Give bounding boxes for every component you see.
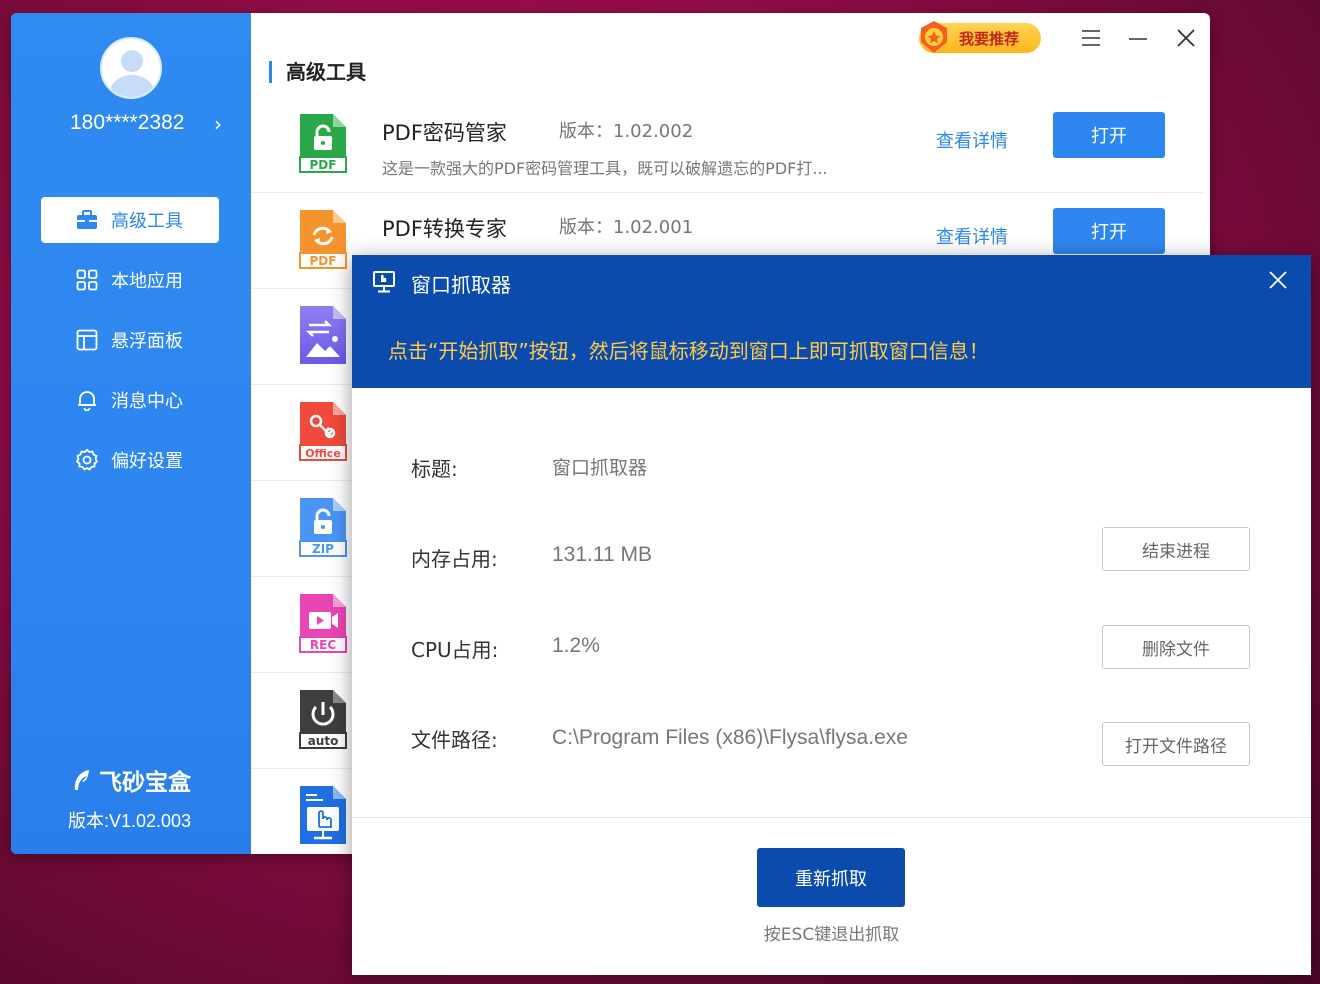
sidebar-item-advanced-tools[interactable]: 高级工具	[41, 197, 219, 243]
sidebar: 180****2382 › 高级工具 本地应用 悬浮面板 消息中心 偏好设置 飞…	[11, 13, 251, 854]
sidebar-item-label: 本地应用	[111, 271, 183, 292]
sidebar-item-label: 高级工具	[111, 211, 183, 232]
brand-logo: 飞砂宝盒	[71, 763, 191, 797]
tool-name: PDF密码管家	[382, 121, 507, 145]
user-phone[interactable]: 180****2382	[70, 111, 184, 135]
app-version: 版本:V1.02.003	[68, 811, 192, 831]
sidebar-item-label: 偏好设置	[111, 451, 183, 472]
avatar-body	[110, 75, 154, 97]
svg-text:REC: REC	[310, 638, 336, 652]
tool-version: 版本：1.02.002	[559, 121, 694, 142]
bell-icon	[75, 388, 99, 412]
brand-feather-icon	[74, 770, 89, 790]
image-convert-icon	[297, 303, 349, 367]
title-value: 窗口抓取器	[552, 457, 648, 479]
chevron-right-icon[interactable]: ›	[214, 112, 222, 136]
recommend-label: 我要推荐	[959, 29, 1020, 48]
svg-text:PDF: PDF	[310, 254, 337, 268]
dialog-header: 窗口抓取器 点击“开始抓取”按钮，然后将鼠标移动到窗口上即可抓取窗口信息！	[352, 255, 1311, 388]
svg-text:Office: Office	[305, 447, 341, 460]
office-key-icon: Office	[297, 399, 349, 463]
gear-icon	[75, 448, 99, 472]
menu-icon[interactable]	[1076, 25, 1106, 51]
power-icon: auto	[297, 687, 349, 751]
file-path-label: 文件路径:	[411, 728, 498, 752]
avatar-head	[121, 50, 143, 72]
recapture-button[interactable]: 重新抓取	[757, 848, 905, 907]
memory-value: 131.11 MB	[552, 543, 653, 566]
window-capture-dialog: 窗口抓取器 点击“开始抓取”按钮，然后将鼠标移动到窗口上即可抓取窗口信息！ 标题…	[352, 255, 1311, 975]
svg-text:auto: auto	[308, 734, 339, 748]
pdf-convert-icon: PDF	[297, 207, 349, 271]
dialog-close-icon[interactable]	[1263, 267, 1293, 293]
dialog-title: 窗口抓取器	[411, 273, 511, 297]
tool-name: PDF转换专家	[382, 217, 507, 241]
video-record-icon: REC	[297, 591, 349, 655]
memory-label: 内存占用:	[411, 547, 498, 571]
svg-text:ZIP: ZIP	[312, 542, 334, 556]
open-button[interactable]: 打开	[1053, 208, 1165, 254]
title-label: 标题:	[411, 457, 458, 481]
avatar[interactable]	[100, 37, 162, 99]
zip-lock-icon: ZIP	[297, 495, 349, 559]
tool-description: 这是一款强大的PDF密码管理工具，既可以破解遗忘的PDF打...	[382, 159, 828, 178]
page-title: 高级工具	[269, 61, 366, 83]
sidebar-item-label: 悬浮面板	[111, 331, 183, 352]
sidebar-item-float-panel[interactable]: 悬浮面板	[41, 317, 219, 363]
pdf-lock-icon: PDF	[297, 111, 349, 175]
open-button[interactable]: 打开	[1053, 112, 1165, 158]
cpu-value: 1.2%	[552, 634, 600, 657]
view-details-link[interactable]: 查看详情	[936, 223, 1008, 249]
window-capture-icon	[371, 268, 397, 294]
brand-name: 飞砂宝盒	[99, 770, 191, 796]
sidebar-item-preferences[interactable]: 偏好设置	[41, 437, 219, 483]
sidebar-item-messages[interactable]: 消息中心	[41, 377, 219, 423]
medal-icon	[917, 19, 951, 55]
file-path-value: C:\Program Files (x86)\Flysa\flysa.exe	[552, 726, 908, 749]
tool-row-pdf-password: PDF PDF密码管家 版本：1.02.002 这是一款强大的PDF密码管理工具…	[251, 97, 1203, 193]
capture-hint: 点击“开始抓取”按钮，然后将鼠标移动到窗口上即可抓取窗口信息！	[388, 339, 989, 363]
sidebar-item-local-apps[interactable]: 本地应用	[41, 257, 219, 303]
panel-icon	[75, 328, 99, 352]
close-icon[interactable]	[1171, 25, 1201, 51]
svg-text:PDF: PDF	[310, 158, 337, 172]
recommend-button[interactable]: 我要推荐	[919, 21, 1041, 53]
view-details-link[interactable]: 查看详情	[936, 127, 1008, 153]
delete-file-button[interactable]: 删除文件	[1102, 625, 1250, 669]
open-file-path-button[interactable]: 打开文件路径	[1102, 722, 1250, 766]
window-capture-icon	[297, 783, 349, 847]
grid-icon	[75, 268, 99, 292]
minimize-icon[interactable]	[1123, 25, 1153, 51]
esc-exit-hint: 按ESC键退出抓取	[763, 925, 900, 945]
tool-version: 版本：1.02.001	[559, 217, 694, 238]
toolbox-icon	[75, 208, 99, 232]
cpu-label: CPU占用:	[411, 638, 499, 662]
end-process-button[interactable]: 结束进程	[1102, 527, 1250, 571]
sidebar-item-label: 消息中心	[111, 391, 183, 412]
dialog-divider	[352, 817, 1311, 818]
